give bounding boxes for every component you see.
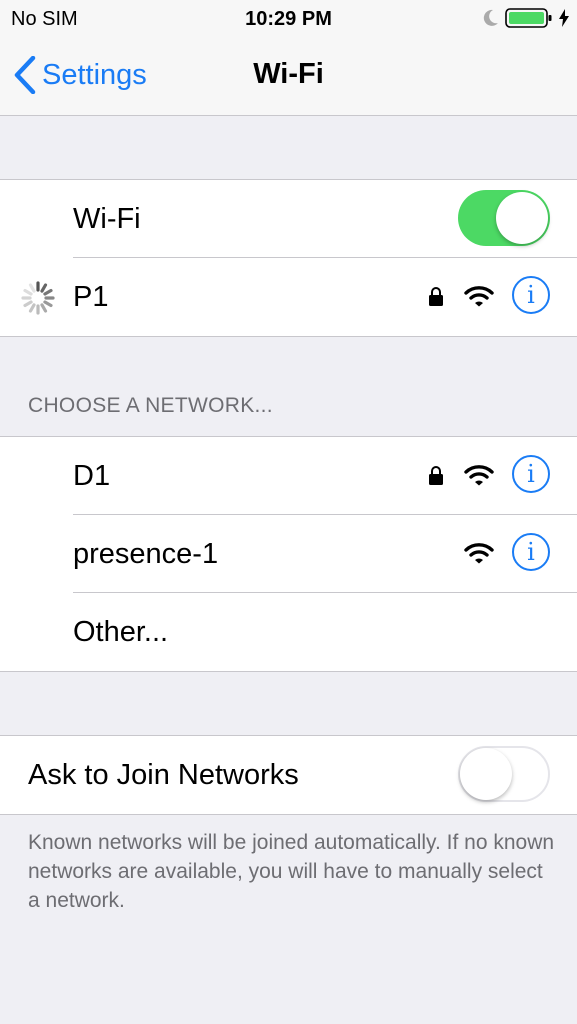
toggle-knob [496, 192, 548, 244]
battery-icon [505, 8, 552, 28]
status-bar: No SIM 10:29 PM [0, 0, 577, 36]
network-name: D1 [73, 460, 111, 492]
ask-to-join-footer: Known networks will be joined automatica… [28, 831, 555, 912]
wifi-toggle[interactable] [458, 190, 550, 246]
navigation-bar: Settings Wi-Fi [0, 36, 577, 116]
other-network-row[interactable]: Other... [0, 593, 577, 671]
wifi-icon [464, 465, 494, 486]
network-name: P1 [73, 281, 109, 313]
network-row[interactable]: D1 i [0, 437, 577, 515]
ask-to-join-group: Ask to Join Networks [0, 735, 577, 815]
status-right [483, 6, 569, 30]
info-icon: i [527, 538, 535, 566]
spinner-icon [21, 281, 55, 315]
current-network-row[interactable]: P1 i [0, 258, 577, 336]
ask-to-join-toggle[interactable] [458, 746, 550, 802]
info-icon: i [527, 281, 535, 309]
wifi-toggle-row: Wi-Fi [0, 180, 577, 258]
wifi-icon [464, 543, 494, 564]
lock-icon [429, 287, 443, 306]
page-title: Wi-Fi [253, 58, 324, 90]
toggle-knob [460, 748, 512, 800]
networks-group: D1 i presence-1 i Other... [0, 436, 577, 672]
ask-to-join-label: Ask to Join Networks [28, 759, 299, 791]
network-name: presence-1 [73, 538, 219, 570]
lock-icon [429, 466, 443, 485]
moon-icon [483, 9, 498, 26]
other-label: Other... [73, 616, 169, 648]
info-button[interactable]: i [512, 455, 550, 493]
info-button[interactable]: i [512, 276, 550, 314]
section-header: CHOOSE A NETWORK... [28, 394, 273, 417]
ask-to-join-row: Ask to Join Networks [0, 736, 577, 814]
wifi-icon [464, 286, 494, 307]
wifi-label: Wi-Fi [73, 203, 141, 235]
wifi-group: Wi-Fi P1 i [0, 179, 577, 337]
info-button[interactable]: i [512, 533, 550, 571]
info-icon: i [527, 460, 535, 488]
network-row[interactable]: presence-1 i [0, 515, 577, 593]
charging-bolt-icon [559, 9, 569, 27]
